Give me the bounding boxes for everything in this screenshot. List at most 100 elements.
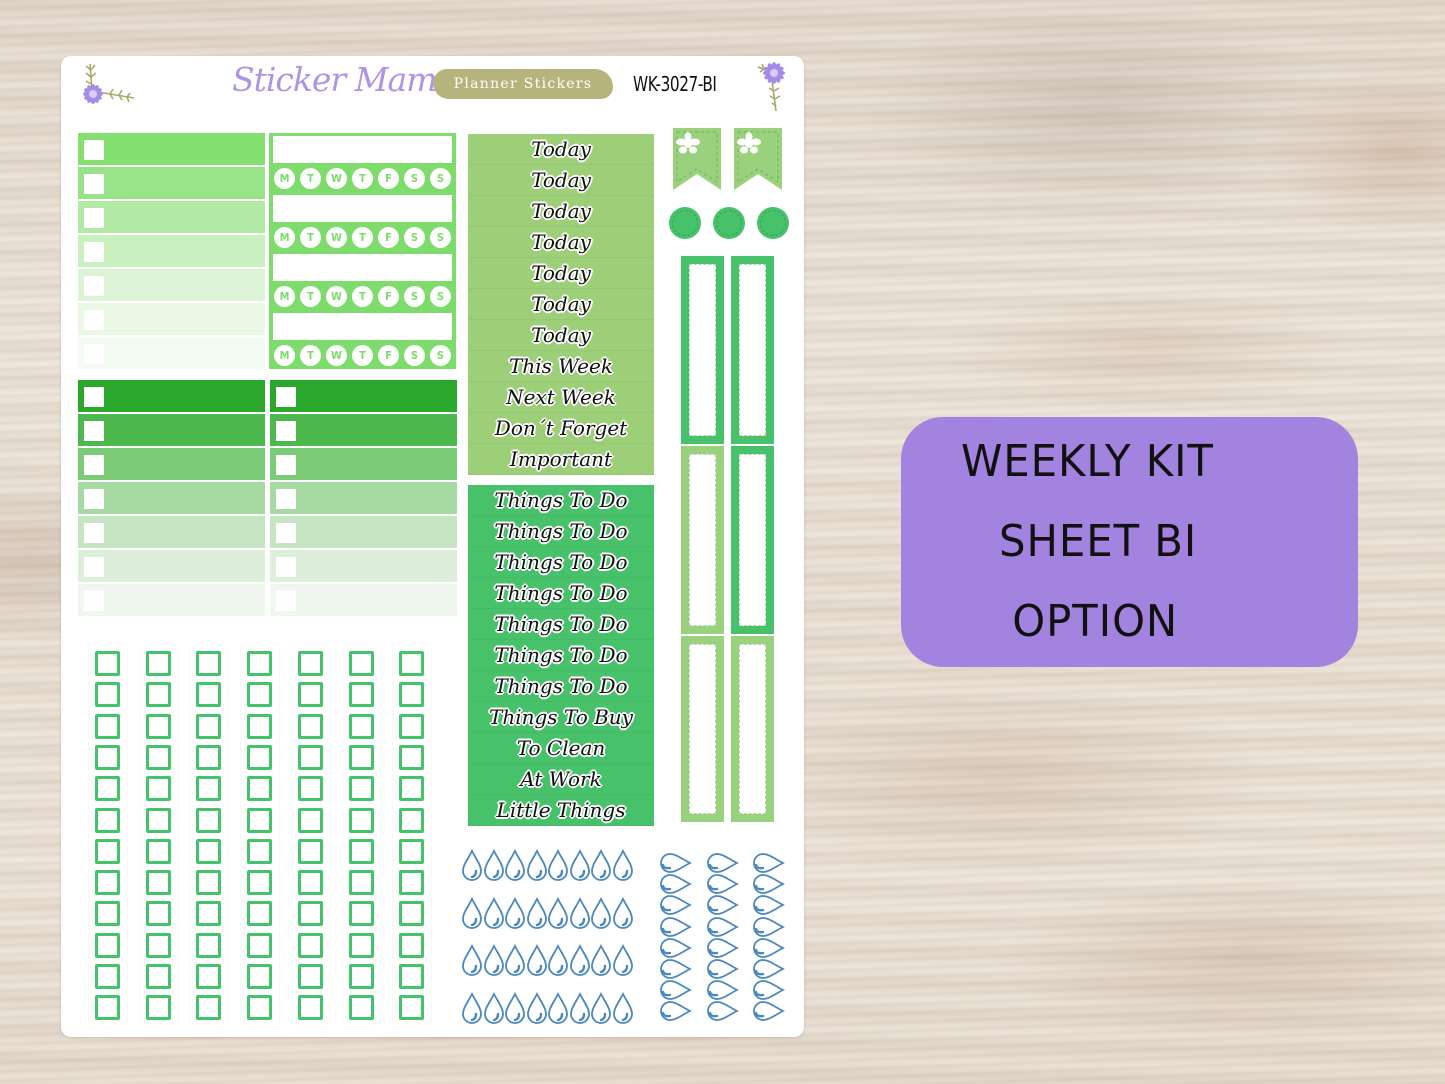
- habit-day-circle[interactable]: F: [378, 168, 399, 189]
- checkbox[interactable]: [196, 682, 222, 708]
- checkbox[interactable]: [145, 682, 171, 708]
- checkbox-square[interactable]: [276, 489, 296, 509]
- checkbox[interactable]: [247, 838, 273, 864]
- habit-day-circle[interactable]: F: [378, 286, 399, 307]
- checkbox[interactable]: [196, 651, 222, 676]
- checkbox[interactable]: [399, 932, 425, 958]
- checkbox[interactable]: [297, 713, 323, 739]
- checkbox[interactable]: [348, 651, 374, 676]
- checkbox[interactable]: [297, 682, 323, 708]
- checkbox[interactable]: [196, 807, 222, 833]
- checkbox[interactable]: [145, 932, 171, 958]
- checkbox-square[interactable]: [84, 140, 104, 160]
- checkbox[interactable]: [348, 870, 374, 896]
- habit-day-circle[interactable]: W: [326, 345, 347, 366]
- checkbox-square[interactable]: [84, 208, 104, 228]
- checkbox-square[interactable]: [276, 387, 296, 407]
- checkbox[interactable]: [196, 901, 222, 927]
- checkbox[interactable]: [297, 744, 323, 770]
- checkbox[interactable]: [399, 838, 425, 864]
- checkbox[interactable]: [399, 713, 425, 739]
- checkbox[interactable]: [348, 932, 374, 958]
- checkbox[interactable]: [348, 682, 374, 708]
- checkbox-square[interactable]: [84, 421, 104, 441]
- checkbox-square[interactable]: [84, 455, 104, 475]
- habit-day-circle[interactable]: S: [404, 168, 425, 189]
- checkbox[interactable]: [95, 901, 120, 927]
- checkbox[interactable]: [297, 807, 323, 833]
- checkbox[interactable]: [247, 776, 273, 802]
- checkbox[interactable]: [399, 995, 425, 1021]
- checkbox[interactable]: [95, 932, 120, 958]
- checkbox[interactable]: [95, 870, 120, 896]
- habit-day-circle[interactable]: W: [326, 227, 347, 248]
- habit-day-circle[interactable]: W: [326, 168, 347, 189]
- checkbox[interactable]: [399, 744, 425, 770]
- habit-day-circle[interactable]: F: [378, 227, 399, 248]
- checkbox[interactable]: [399, 807, 425, 833]
- checkbox[interactable]: [297, 995, 323, 1021]
- habit-day-circle[interactable]: S: [430, 168, 451, 189]
- habit-day-circle[interactable]: T: [300, 227, 321, 248]
- habit-day-circle[interactable]: S: [430, 286, 451, 307]
- habit-day-circle[interactable]: W: [326, 286, 347, 307]
- checkbox[interactable]: [196, 838, 222, 864]
- checkbox[interactable]: [348, 776, 374, 802]
- checkbox[interactable]: [399, 964, 425, 989]
- checkbox[interactable]: [348, 995, 374, 1021]
- checkbox[interactable]: [145, 776, 171, 802]
- habit-name-field[interactable]: [273, 136, 452, 163]
- checkbox[interactable]: [247, 870, 273, 896]
- checkbox[interactable]: [95, 744, 120, 770]
- checkbox[interactable]: [247, 964, 273, 989]
- habit-day-circle[interactable]: T: [352, 345, 373, 366]
- habit-day-circle[interactable]: M: [274, 227, 295, 248]
- checkbox-square[interactable]: [84, 557, 104, 577]
- habit-day-circle[interactable]: S: [404, 286, 425, 307]
- habit-day-circle[interactable]: T: [352, 286, 373, 307]
- checkbox-square[interactable]: [84, 489, 104, 509]
- checkbox[interactable]: [95, 713, 120, 739]
- habit-day-circle[interactable]: T: [300, 345, 321, 366]
- checkbox[interactable]: [145, 901, 171, 927]
- checkbox[interactable]: [145, 838, 171, 864]
- checkbox[interactable]: [348, 744, 374, 770]
- checkbox[interactable]: [247, 995, 273, 1021]
- checkbox[interactable]: [297, 901, 323, 927]
- habit-day-circle[interactable]: T: [352, 227, 373, 248]
- checkbox[interactable]: [399, 776, 425, 802]
- checkbox[interactable]: [247, 713, 273, 739]
- checkbox[interactable]: [95, 995, 120, 1021]
- checkbox-square[interactable]: [276, 523, 296, 543]
- checkbox-square[interactable]: [276, 591, 296, 611]
- checkbox[interactable]: [399, 901, 425, 927]
- checkbox[interactable]: [247, 807, 273, 833]
- habit-day-circle[interactable]: S: [404, 345, 425, 366]
- habit-day-circle[interactable]: T: [300, 286, 321, 307]
- checkbox-square[interactable]: [84, 276, 104, 296]
- checkbox-square[interactable]: [84, 591, 104, 611]
- checkbox[interactable]: [196, 995, 222, 1021]
- habit-name-field[interactable]: [273, 254, 452, 281]
- habit-day-circle[interactable]: M: [274, 168, 295, 189]
- habit-day-circle[interactable]: T: [352, 168, 373, 189]
- checkbox-square[interactable]: [84, 523, 104, 543]
- checkbox[interactable]: [348, 838, 374, 864]
- habit-day-circle[interactable]: M: [274, 345, 295, 366]
- checkbox[interactable]: [196, 964, 222, 989]
- checkbox[interactable]: [247, 901, 273, 927]
- checkbox[interactable]: [145, 651, 171, 676]
- checkbox[interactable]: [145, 995, 171, 1021]
- checkbox[interactable]: [247, 744, 273, 770]
- checkbox[interactable]: [145, 964, 171, 989]
- checkbox[interactable]: [297, 964, 323, 989]
- checkbox[interactable]: [348, 964, 374, 989]
- checkbox[interactable]: [95, 651, 120, 676]
- checkbox[interactable]: [95, 964, 120, 989]
- checkbox[interactable]: [297, 776, 323, 802]
- checkbox[interactable]: [399, 651, 425, 676]
- checkbox-square[interactable]: [84, 387, 104, 407]
- checkbox[interactable]: [95, 838, 120, 864]
- habit-day-circle[interactable]: S: [404, 227, 425, 248]
- checkbox[interactable]: [247, 682, 273, 708]
